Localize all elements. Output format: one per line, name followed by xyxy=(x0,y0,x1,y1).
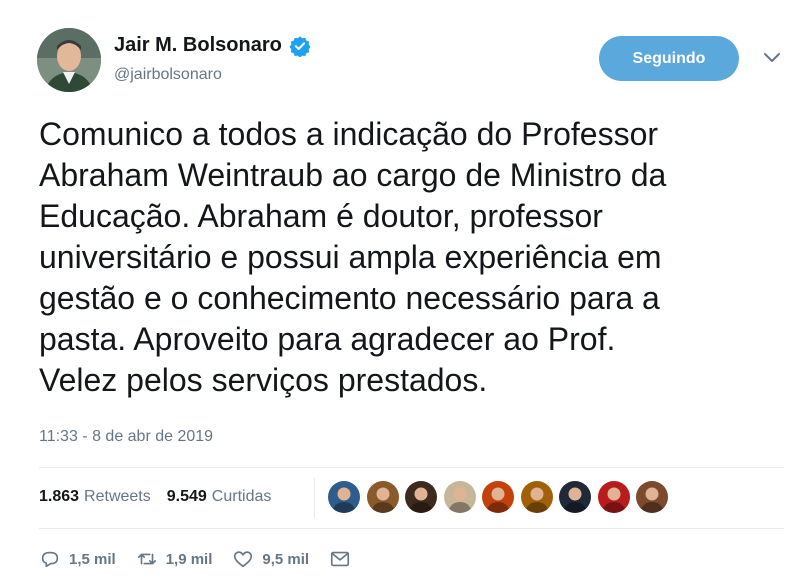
verified-badge-icon xyxy=(289,35,311,57)
avatar[interactable] xyxy=(37,28,101,92)
tweet-timestamp[interactable]: 11:33 - 8 de abr de 2019 xyxy=(39,428,213,446)
divider xyxy=(39,467,784,468)
retweets-label: Retweets xyxy=(84,488,151,505)
envelope-icon xyxy=(331,551,350,567)
retweet-icon xyxy=(137,553,156,565)
likes-count: 9.549 xyxy=(166,488,207,505)
tweet-text-line: Velez pelos serviços prestados. xyxy=(39,362,488,398)
likers-list xyxy=(328,481,675,513)
user-handle[interactable]: @jairbolsonaro xyxy=(114,66,222,84)
tweet-text-line: Educação. Abraham é doutor, professor xyxy=(39,198,603,234)
chevron-down-icon[interactable] xyxy=(763,52,781,64)
likes-stat[interactable]: 9.549 Curtidas xyxy=(167,488,272,506)
like-button[interactable]: 9,5 mil xyxy=(232,548,309,570)
like-count: 9,5 mil xyxy=(262,550,310,568)
tweet-text-line: Abraham Weintraub ao cargo de Ministro d… xyxy=(39,157,667,193)
retweet-button[interactable]: 1,9 mil xyxy=(136,548,213,570)
liker-avatar[interactable] xyxy=(636,481,668,513)
liker-avatar[interactable] xyxy=(328,481,360,513)
tweet-text-line: universitário e possui ampla experiência… xyxy=(39,239,662,275)
liker-avatar[interactable] xyxy=(520,481,553,513)
message-button[interactable] xyxy=(329,548,359,570)
following-button[interactable]: Seguindo xyxy=(599,36,739,81)
likes-label: Curtidas xyxy=(211,488,272,505)
reply-button[interactable]: 1,5 mil xyxy=(39,548,116,570)
stats-separator xyxy=(314,478,315,518)
liker-avatar[interactable] xyxy=(443,481,476,513)
liker-avatar[interactable] xyxy=(559,481,591,513)
reply-icon xyxy=(41,551,59,568)
tweet-text-line: Comunico a todos a indicação do Professo… xyxy=(39,116,659,152)
tweet-actions: 1,5 mil 1,9 mil 9,5 mil xyxy=(39,548,379,570)
liker-avatar[interactable] xyxy=(597,481,630,513)
liker-avatar[interactable] xyxy=(482,481,514,513)
user-name-row[interactable]: Jair M. Bolsonaro xyxy=(114,34,311,57)
heart-icon xyxy=(234,551,253,568)
liker-avatar[interactable] xyxy=(366,481,399,513)
divider xyxy=(39,528,784,529)
retweets-stat[interactable]: 1.863 Retweets xyxy=(39,488,151,506)
retweet-count: 1,9 mil xyxy=(165,550,213,568)
tweet-stats: 1.863 Retweets 9.549 Curtidas xyxy=(39,488,271,506)
tweet-text-line: gestão e o conhecimento necessário para … xyxy=(39,280,660,316)
tweet-text-line: pasta. Aproveito para agradecer ao Prof. xyxy=(39,321,616,357)
user-name[interactable]: Jair M. Bolsonaro xyxy=(114,34,282,57)
tweet-text: Comunico a todos a indicação do Professo… xyxy=(39,114,784,401)
reply-count: 1,5 mil xyxy=(69,550,116,568)
avatar-photo xyxy=(37,28,101,92)
retweets-count: 1.863 xyxy=(39,488,80,505)
liker-avatar[interactable] xyxy=(405,481,437,513)
